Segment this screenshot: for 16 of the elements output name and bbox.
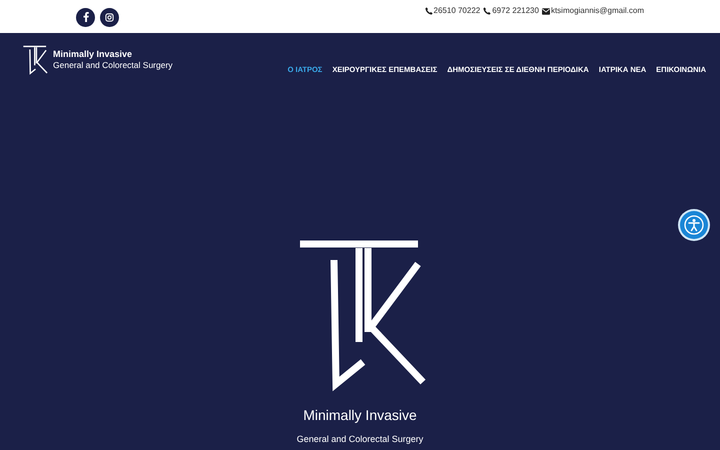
phone-link[interactable]: 6972 221230 [492, 5, 539, 17]
facebook-icon [82, 12, 88, 22]
phone-link[interactable]: 26510 70222 [434, 5, 480, 17]
hero-subtitle: General and Colorectal Surgery [296, 433, 424, 446]
brand-tagline: General and Colorectal Surgery [53, 60, 173, 71]
facebook-button[interactable] [76, 8, 95, 26]
phone-icon [424, 7, 433, 15]
instagram-button[interactable] [100, 8, 119, 26]
logo-icon [22, 44, 48, 76]
phone-icon [483, 7, 492, 15]
envelope-icon [542, 8, 550, 14]
hero-title: Minimally Invasive [303, 406, 417, 425]
brand-name: Minimally Invasive [53, 49, 134, 60]
accessibility-button[interactable] [678, 209, 710, 241]
email-link[interactable]: ktsimogiannis@gmail.com [550, 5, 644, 17]
instagram-icon [105, 12, 114, 22]
